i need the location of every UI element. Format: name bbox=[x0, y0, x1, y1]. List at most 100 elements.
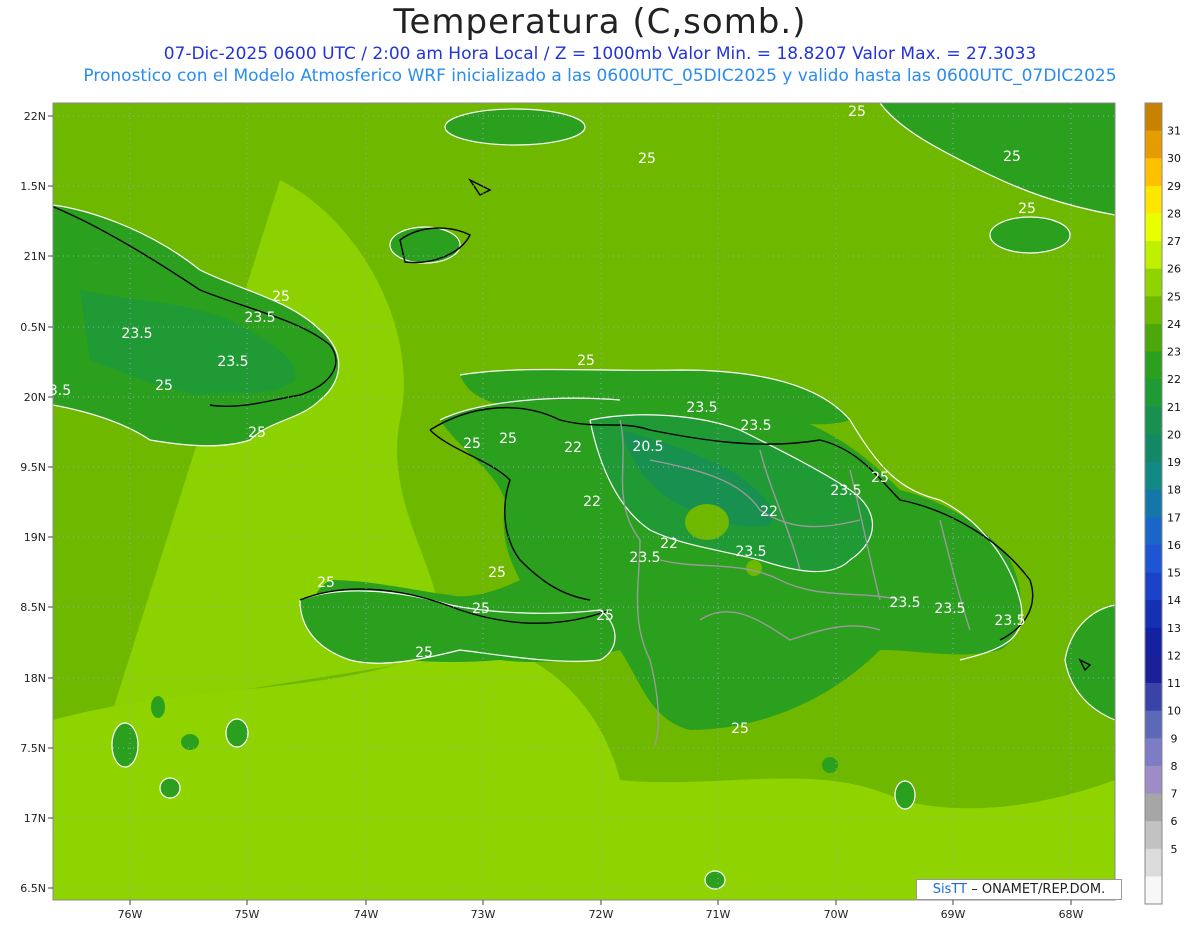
contour-label: 25 bbox=[1018, 201, 1036, 217]
contour-label: 22 bbox=[760, 504, 778, 520]
colorbar: 31 30 29 28 27 26 25 24 23 22 21 20 19 18 17 16 15 14 13 12… bbox=[1144, 102, 1181, 905]
map-plot-area bbox=[53, 103, 1115, 900]
credit-box: SisTT – ONAMET/REP.DOM. bbox=[916, 879, 1122, 900]
contour-label: 20.5 bbox=[632, 439, 663, 455]
colorbar-swatch bbox=[1145, 710, 1162, 739]
contour-label: 25 bbox=[1003, 149, 1021, 165]
y-axis: 22N 1.5N 21N 0.5N 20N 9.5N 19N 8.5N 18N 7.5N 17N 6.… bbox=[20, 110, 53, 895]
colorbar-label: 10 bbox=[1167, 705, 1181, 718]
colorbar-swatch bbox=[1145, 268, 1162, 297]
contour-label: 25 bbox=[596, 608, 614, 624]
colorbar-label: 27 bbox=[1167, 235, 1181, 248]
colorbar-label: 8 bbox=[1171, 760, 1178, 773]
colorbar-swatch bbox=[1145, 738, 1162, 767]
contour-label: 23.5 bbox=[830, 483, 861, 499]
colorbar-swatch bbox=[1145, 434, 1162, 463]
colorbar-swatch bbox=[1145, 296, 1162, 325]
colorbar-swatch bbox=[1145, 241, 1162, 270]
y-tick-label: 18N bbox=[24, 672, 46, 685]
colorbar-swatch bbox=[1145, 185, 1162, 214]
colorbar-swatch bbox=[1145, 655, 1162, 684]
y-tick-label: 6.5N bbox=[20, 882, 46, 895]
land-peak-valley bbox=[746, 560, 762, 576]
contour-label: 23.5 bbox=[735, 544, 766, 560]
sistt-logo: SisTT bbox=[932, 882, 968, 897]
colorbar-label: 28 bbox=[1167, 207, 1181, 220]
colorbar-label: 13 bbox=[1167, 622, 1181, 635]
colorbar-swatch bbox=[1145, 379, 1162, 408]
colorbar-label: 25 bbox=[1167, 290, 1181, 303]
colorbar-swatch bbox=[1145, 793, 1162, 822]
contour-label: 23.5 bbox=[934, 601, 965, 617]
y-tick-label: 8.5N bbox=[20, 601, 46, 614]
contour-label: 22 bbox=[583, 494, 601, 510]
y-tick-label: 0.5N bbox=[20, 321, 46, 334]
colorbar-label: 6 bbox=[1171, 815, 1178, 828]
y-tick-label: 22N bbox=[24, 110, 46, 123]
contour-label: 25 bbox=[577, 353, 595, 369]
colorbar-label: 21 bbox=[1167, 401, 1181, 414]
colorbar-swatch bbox=[1145, 489, 1162, 518]
contour-label: 25 bbox=[871, 470, 889, 486]
colorbar-label: 24 bbox=[1167, 318, 1181, 331]
contour-label: 25 bbox=[848, 104, 866, 120]
x-tick-label: 72W bbox=[589, 908, 614, 921]
contour-label: 23.5 bbox=[121, 326, 152, 342]
y-tick-label: 17N bbox=[24, 812, 46, 825]
colorbar-swatch bbox=[1145, 213, 1162, 242]
x-tick-label: 75W bbox=[235, 908, 260, 921]
contour-label: 25 bbox=[155, 378, 173, 394]
colorbar-swatch bbox=[1145, 517, 1162, 546]
colorbar-label: 5 bbox=[1171, 843, 1178, 856]
contour-label: 23.5 bbox=[889, 595, 920, 611]
colorbar-label: 23 bbox=[1167, 346, 1181, 359]
contour-label: 25 bbox=[248, 425, 266, 441]
contour-label: 25 bbox=[731, 721, 749, 737]
x-tick-label: 71W bbox=[706, 908, 731, 921]
colorbar-swatch bbox=[1145, 158, 1162, 187]
colorbar-swatch bbox=[1145, 351, 1162, 380]
y-tick-label: 9.5N bbox=[20, 461, 46, 474]
colorbar-label: 7 bbox=[1171, 788, 1178, 801]
colorbar-label: 29 bbox=[1167, 180, 1181, 193]
y-tick-label: 20N bbox=[24, 391, 46, 404]
cay-2 bbox=[151, 696, 165, 718]
contour-label: 25 bbox=[463, 436, 481, 452]
colorbar-label: 26 bbox=[1167, 263, 1181, 276]
contour-label: 23.5 bbox=[217, 354, 248, 370]
contour-label: 25 bbox=[472, 601, 490, 617]
map-canvas: 2525 25252523.523.523.525253.5252523.5252… bbox=[20, 102, 1181, 921]
colorbar-label: 19 bbox=[1167, 456, 1181, 469]
y-tick-label: 21N bbox=[24, 250, 46, 263]
colorbar-swatch bbox=[1145, 765, 1162, 795]
colorbar-label: 17 bbox=[1167, 511, 1181, 524]
colorbar-swatch bbox=[1145, 406, 1162, 435]
x-tick-label: 76W bbox=[118, 908, 143, 921]
x-tick-label: 70W bbox=[824, 908, 849, 921]
contour-label: 22 bbox=[660, 536, 678, 552]
colorbar-swatch bbox=[1145, 103, 1162, 132]
colorbar-swatch bbox=[1145, 544, 1162, 574]
colorbar-swatch bbox=[1145, 572, 1162, 601]
cay-7 bbox=[822, 757, 838, 773]
y-tick-label: 1.5N bbox=[20, 180, 46, 193]
colorbar-label: 16 bbox=[1167, 539, 1181, 552]
colorbar-label: 22 bbox=[1167, 373, 1181, 386]
x-tick-label: 73W bbox=[471, 908, 496, 921]
colorbar-swatch bbox=[1145, 627, 1162, 656]
contour-label: 23.5 bbox=[686, 400, 717, 416]
colorbar-label: 9 bbox=[1171, 732, 1178, 745]
contour-label: 23.5 bbox=[740, 418, 771, 434]
contour-label: 25 bbox=[638, 151, 656, 167]
colorbar-label: 14 bbox=[1167, 594, 1181, 607]
land-cordillera-peak bbox=[685, 504, 729, 540]
contour-label: 22 bbox=[564, 440, 582, 456]
colorbar-label: 20 bbox=[1167, 428, 1181, 441]
colorbar-swatch bbox=[1145, 462, 1162, 491]
contour-label: 25 bbox=[317, 575, 335, 591]
colorbar-swatch bbox=[1145, 876, 1162, 905]
colorbar-swatch bbox=[1145, 848, 1162, 877]
y-tick-label: 19N bbox=[24, 531, 46, 544]
colorbar-label: 31 bbox=[1167, 125, 1181, 138]
colorbar-swatch bbox=[1145, 600, 1162, 629]
